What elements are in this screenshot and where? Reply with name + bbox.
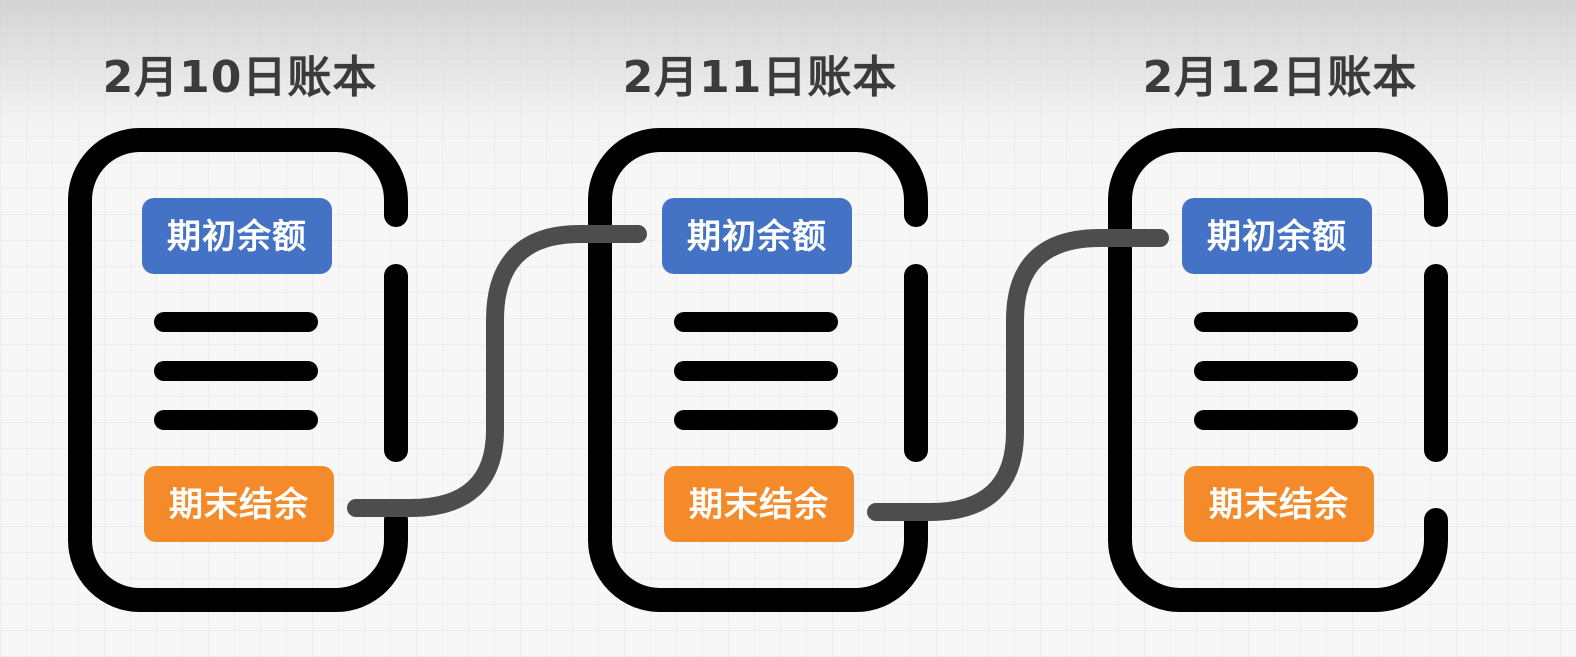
closing-balance-label: 期末结余 xyxy=(169,485,309,525)
opening-balance-label: 期初余额 xyxy=(687,217,827,257)
closing-balance-pill: 期末结余 xyxy=(1184,466,1374,542)
opening-balance-pill: 期初余额 xyxy=(662,198,852,274)
closing-balance-pill: 期末结余 xyxy=(664,466,854,542)
ledger-title: 2月12日账本 xyxy=(1143,52,1418,103)
opening-balance-pill: 期初余额 xyxy=(142,198,332,274)
closing-balance-pill: 期末结余 xyxy=(144,466,334,542)
ledger-card-2: 2月12日账本 期初余额 期末结余 xyxy=(1108,52,1448,612)
ledger-lines xyxy=(674,312,838,430)
ledger-lines xyxy=(1194,312,1358,430)
closing-balance-label: 期末结余 xyxy=(689,485,829,525)
ledger-chain-diagram: 2月10日账本 期初余额 期末结余 2月11日账本 期初余额 期末结余 2月12… xyxy=(0,0,1576,657)
ledger-card-0: 2月10日账本 期初余额 期末结余 xyxy=(68,52,408,612)
ledger-title: 2月10日账本 xyxy=(103,52,378,103)
closing-balance-label: 期末结余 xyxy=(1209,485,1349,525)
opening-balance-label: 期初余额 xyxy=(167,217,307,257)
ledger-title: 2月11日账本 xyxy=(623,52,898,103)
ledger-chain-canvas: 2月10日账本 期初余额 期末结余 2月11日账本 期初余额 期末结余 2月12… xyxy=(68,52,1448,612)
ledger-lines xyxy=(154,312,318,430)
opening-balance-label: 期初余额 xyxy=(1207,217,1347,257)
ledger-card-1: 2月11日账本 期初余额 期末结余 xyxy=(588,52,928,612)
opening-balance-pill: 期初余额 xyxy=(1182,198,1372,274)
